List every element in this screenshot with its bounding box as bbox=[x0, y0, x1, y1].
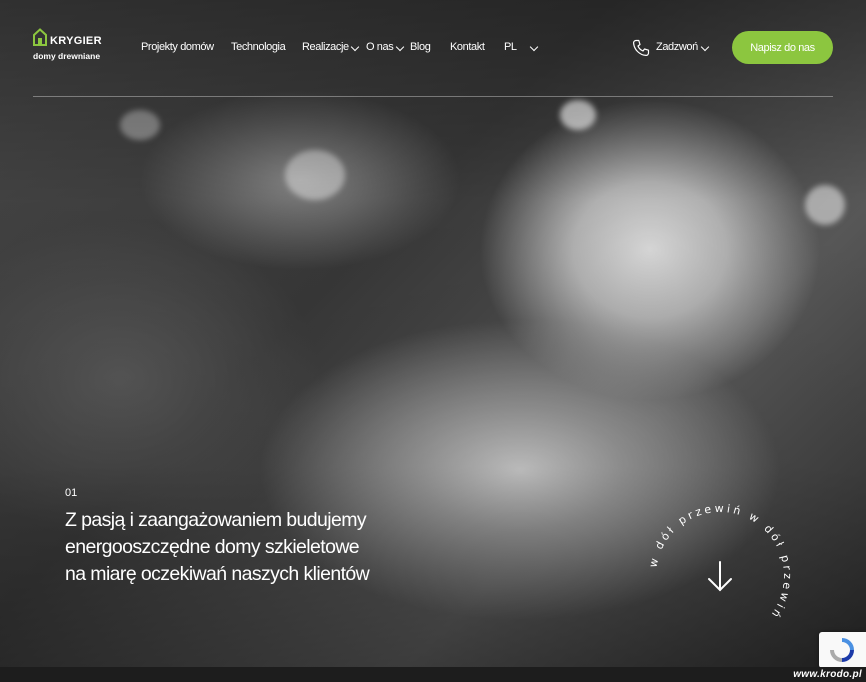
chevron-down-icon[interactable] bbox=[700, 42, 710, 52]
call-button[interactable]: Zadzwoń bbox=[656, 41, 698, 53]
site-header: KRYGIER domy drewniane Projekty domów Te… bbox=[0, 0, 866, 97]
logo[interactable]: KRYGIER domy drewniane bbox=[33, 28, 103, 62]
arrow-down-icon bbox=[708, 561, 732, 592]
logo-brand-name: KRYGIER bbox=[50, 35, 102, 47]
phone-icon[interactable] bbox=[632, 39, 650, 57]
recaptcha-badge[interactable] bbox=[819, 632, 866, 668]
nav-item-realizacje[interactable]: Realizacje bbox=[302, 41, 349, 53]
nav-item-blog[interactable]: Blog bbox=[410, 41, 431, 53]
bottom-bar bbox=[0, 667, 866, 682]
scroll-down-button[interactable]: w dół przewiń w dół przewiń bbox=[632, 488, 808, 664]
headline-line: energooszczędne domy szkieletowe bbox=[65, 536, 360, 558]
nav-item-o-nas[interactable]: O nas bbox=[366, 41, 394, 53]
recaptcha-icon bbox=[830, 638, 854, 662]
headline-line: Z pasją i zaangażowaniem budujemy bbox=[65, 509, 367, 531]
watermark: www.krodo.pl bbox=[793, 669, 862, 680]
nav-item-kontakt[interactable]: Kontakt bbox=[450, 41, 485, 53]
logo-tagline: domy drewniane bbox=[33, 51, 101, 61]
nav-item-technologia[interactable]: Technologia bbox=[231, 41, 286, 53]
slide-number: 01 bbox=[65, 487, 78, 499]
nav-item-projekty-domow[interactable]: Projekty domów bbox=[141, 41, 214, 53]
chevron-down-icon[interactable] bbox=[529, 42, 539, 52]
language-selector[interactable]: PL bbox=[504, 41, 517, 53]
chevron-down-icon[interactable] bbox=[350, 42, 360, 52]
chevron-down-icon[interactable] bbox=[395, 42, 405, 52]
house-logo-icon bbox=[33, 28, 47, 46]
header-divider bbox=[33, 96, 833, 97]
hero-headline: Z pasją i zaangażowaniem budujemy energo… bbox=[65, 507, 425, 588]
contact-us-button[interactable]: Napisz do nas bbox=[732, 31, 833, 64]
headline-line: na miarę oczekiwań naszych klientów bbox=[65, 563, 370, 585]
